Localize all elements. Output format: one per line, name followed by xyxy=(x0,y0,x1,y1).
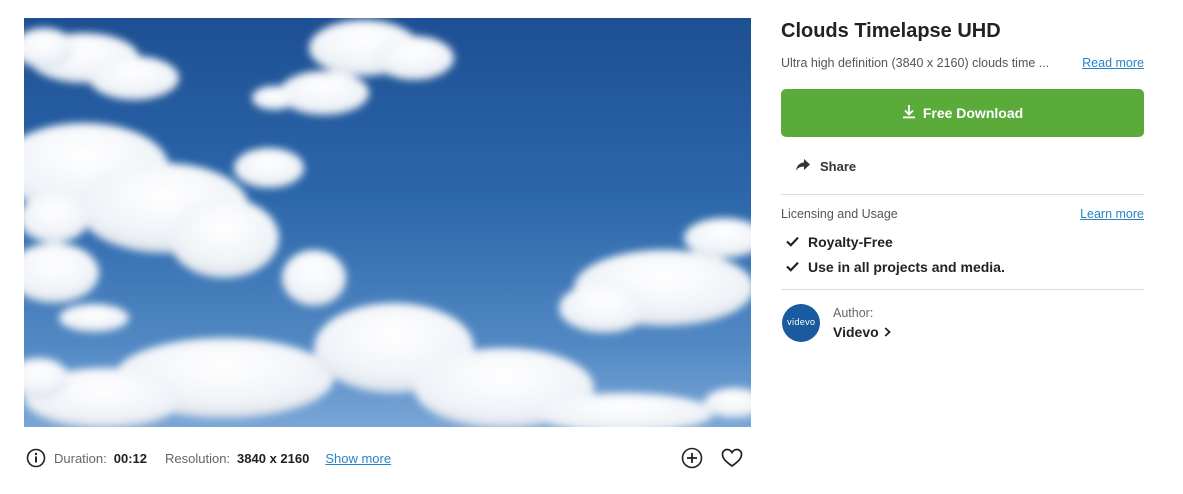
share-arrow-icon xyxy=(795,158,811,175)
description-row: Ultra high definition (3840 x 2160) clou… xyxy=(781,54,1144,72)
avatar-logo-text: videvo xyxy=(786,318,816,328)
video-description: Ultra high definition (3840 x 2160) clou… xyxy=(781,56,1050,70)
chevron-right-icon xyxy=(884,324,891,340)
preview-actions xyxy=(681,447,743,469)
info-icon[interactable] xyxy=(26,448,46,468)
share-button[interactable]: Share xyxy=(795,158,1144,175)
download-icon xyxy=(902,104,916,122)
free-download-button[interactable]: Free Download xyxy=(781,89,1144,137)
show-more-link[interactable]: Show more xyxy=(325,451,391,466)
feature-royalty-free: Royalty-Free xyxy=(808,234,893,250)
learn-more-link[interactable]: Learn more xyxy=(1080,207,1144,221)
author-label: Author: xyxy=(833,306,874,320)
author-name-link[interactable]: Videvo xyxy=(833,324,891,340)
free-download-label: Free Download xyxy=(922,105,1024,121)
video-preview[interactable] xyxy=(24,18,751,427)
resolution-label: Resolution: xyxy=(165,450,231,466)
author-name: Videvo xyxy=(833,324,879,340)
resolution-value: 3840 x 2160 xyxy=(237,450,310,466)
license-feature: Use in all projects and media. xyxy=(786,259,1144,275)
read-more-link[interactable]: Read more xyxy=(1082,54,1144,72)
add-to-collection-icon[interactable] xyxy=(681,447,703,469)
heart-icon[interactable] xyxy=(721,448,743,468)
video-meta-bar: Duration: 00:12 Resolution: 3840 x 2160 … xyxy=(24,440,751,476)
duration-value: 00:12 xyxy=(113,450,147,466)
licensing-title: Licensing and Usage xyxy=(781,207,898,221)
video-title: Clouds Timelapse UHD xyxy=(781,20,1001,42)
share-label: Share xyxy=(820,159,857,174)
clouds-sky-thumbnail xyxy=(24,18,751,427)
licensing-header: Licensing and Usage Learn more xyxy=(781,207,1144,221)
feature-use-all-projects: Use in all projects and media. xyxy=(808,259,1005,275)
checkmark-icon xyxy=(786,259,799,275)
checkmark-icon xyxy=(786,234,799,250)
divider xyxy=(781,194,1144,195)
author-info: Author: Videvo xyxy=(833,306,891,340)
author-block: videvo Author: Videvo xyxy=(782,304,1144,342)
duration-label: Duration: xyxy=(54,450,107,466)
license-feature: Royalty-Free xyxy=(786,234,1144,250)
author-avatar[interactable]: videvo xyxy=(782,304,820,342)
video-details-panel: Clouds Timelapse UHD Ultra high definiti… xyxy=(781,18,1144,342)
divider xyxy=(781,289,1144,290)
